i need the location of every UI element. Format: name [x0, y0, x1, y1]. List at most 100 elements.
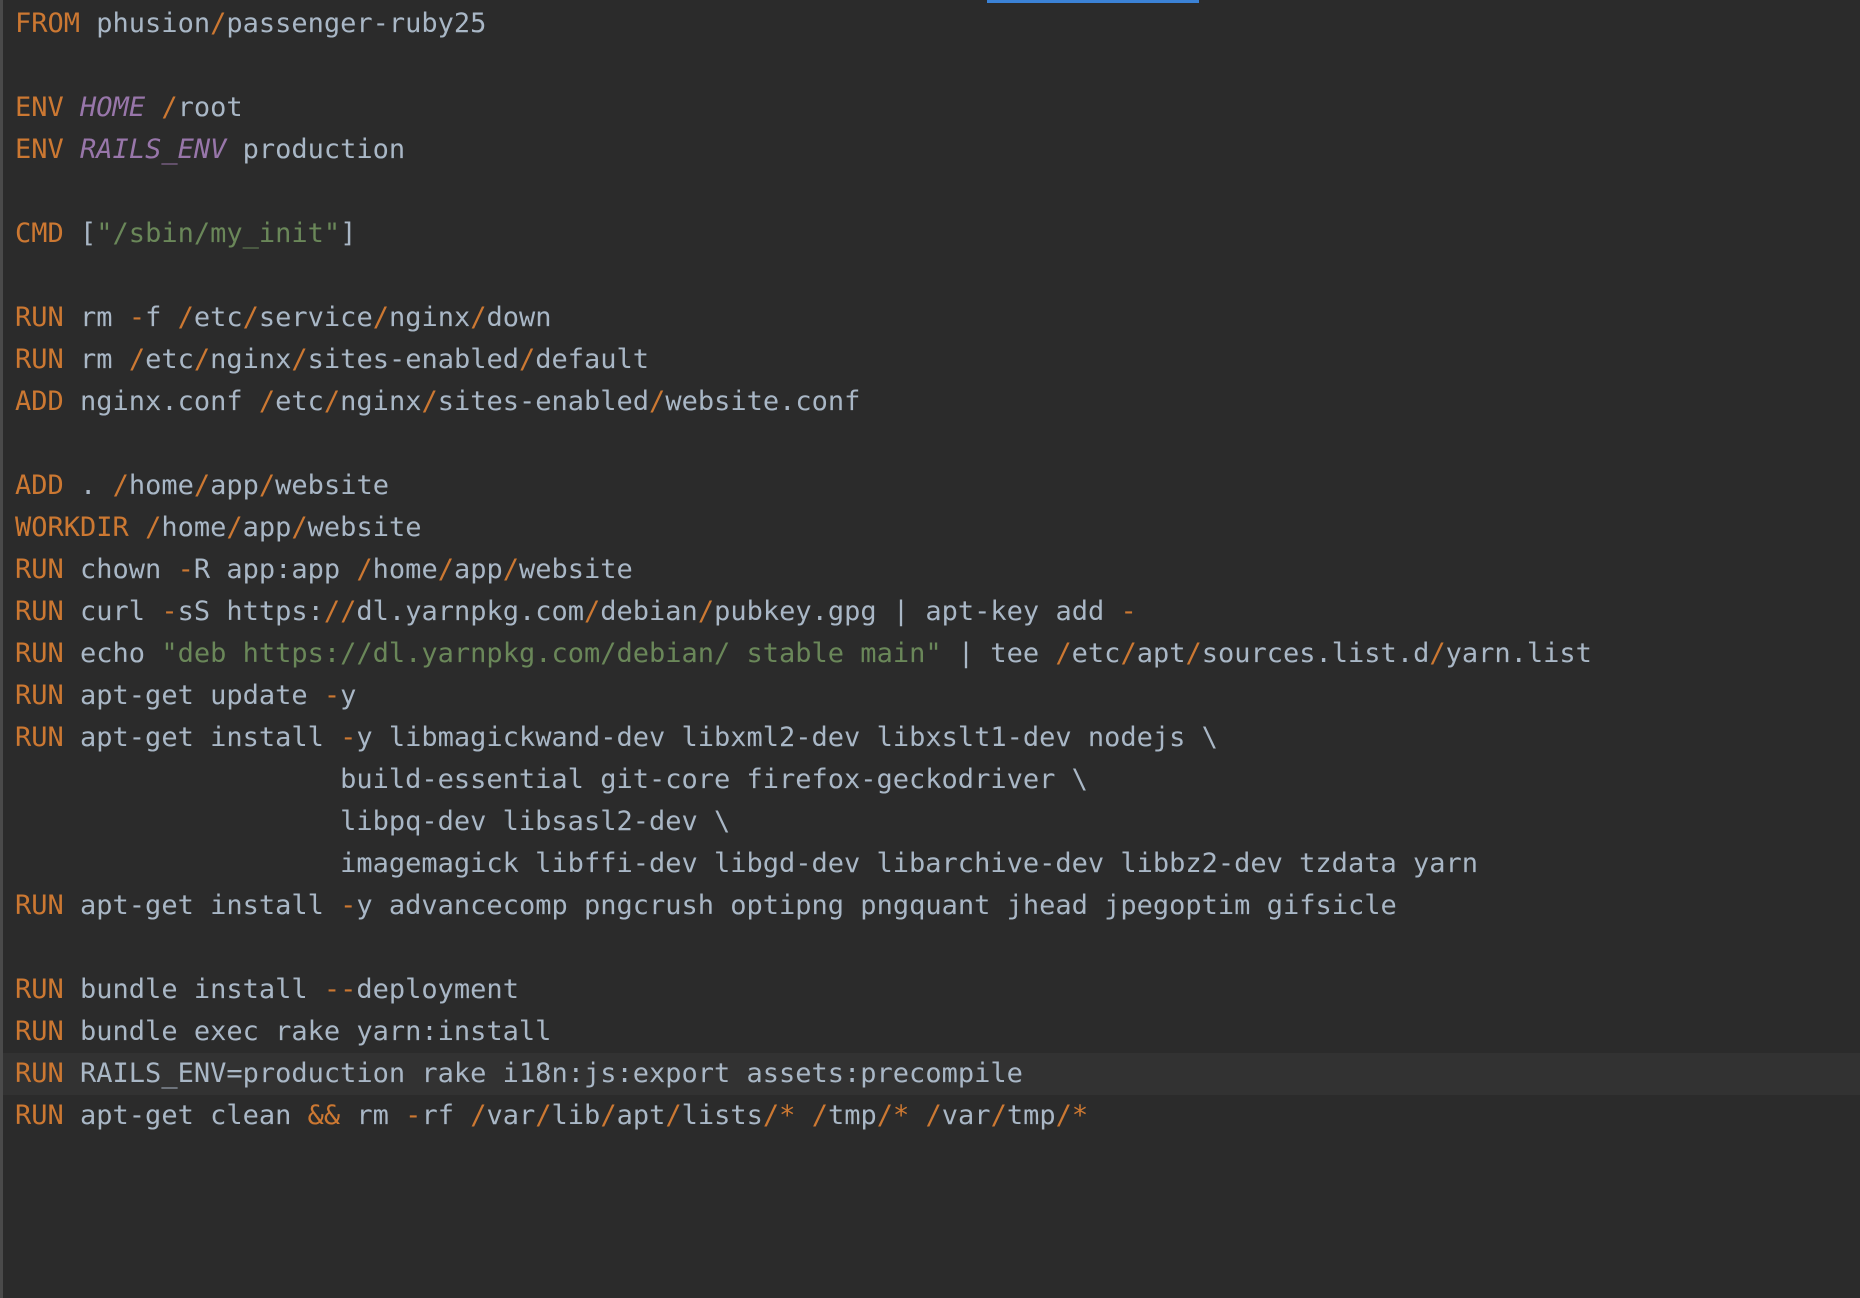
code-line[interactable]: ADD nginx.conf /etc/nginx/sites-enabled/… [3, 381, 1860, 423]
operator-token: / [1120, 638, 1137, 669]
code-line[interactable]: ENV RAILS_ENV production [3, 129, 1860, 171]
dockerfile-keyword: RUN [15, 638, 64, 669]
code-line[interactable]: ENV HOME /root [3, 87, 1860, 129]
code-text: sS https: [177, 596, 324, 627]
code-text: imagemagick libffi-dev libgd-dev libarch… [15, 848, 1478, 879]
operator-token: / [665, 1100, 682, 1131]
code-text: f [145, 302, 178, 333]
code-text: echo [63, 638, 162, 669]
code-editor[interactable]: FROM phusion/passenger-ruby25​ENV HOME /… [0, 0, 1860, 1298]
code-text: website [307, 512, 422, 543]
code-line[interactable]: imagemagick libffi-dev libgd-dev libarch… [3, 843, 1860, 885]
code-text: service [258, 302, 373, 333]
code-text: yarn.list [1445, 638, 1592, 669]
code-text: debian [600, 596, 698, 627]
code-line[interactable]: libpq-dev libsasl2-dev \ [3, 801, 1860, 843]
code-text: apt [1136, 638, 1186, 669]
code-text: app [210, 470, 259, 501]
operator-token: - [128, 302, 146, 333]
operator-token: / [925, 1100, 942, 1131]
dockerfile-keyword: ENV [15, 134, 64, 165]
code-line[interactable]: RUN rm -f /etc/service/nginx/down [3, 297, 1860, 339]
operator-token: / [291, 512, 308, 543]
operator-token: - [177, 554, 194, 585]
code-text: tmp [827, 1100, 877, 1131]
operator-token: / [210, 8, 227, 39]
code-line[interactable]: RUN apt-get clean && rm -rf /var/lib/apt… [3, 1095, 1860, 1137]
code-line[interactable]: RUN bundle install --deployment [3, 969, 1860, 1011]
operator-token: / [226, 512, 243, 543]
operator-token: /* [762, 1100, 796, 1131]
code-text: curl [63, 596, 162, 627]
code-text: website [275, 470, 389, 501]
code-text: etc [275, 386, 324, 417]
operator-token: - [340, 890, 357, 921]
operator-token: / [990, 1100, 1007, 1131]
code-text: rm [63, 302, 129, 333]
env-variable: HOME [80, 92, 146, 123]
code-line[interactable]: RUN curl -sS https://dl.yarnpkg.com/debi… [3, 591, 1860, 633]
operator-token: // [323, 596, 357, 627]
code-line[interactable]: ​ [3, 45, 1860, 87]
code-line[interactable]: RUN echo "deb https://dl.yarnpkg.com/deb… [3, 633, 1860, 675]
code-text: | tee [941, 638, 1056, 669]
code-line[interactable]: RUN apt-get install -y libmagickwand-dev… [3, 717, 1860, 759]
code-text: sites-enabled [307, 344, 519, 375]
code-line[interactable]: RUN bundle exec rake yarn:install [3, 1011, 1860, 1053]
code-text: down [486, 302, 552, 333]
dockerfile-keyword: RUN [15, 344, 64, 375]
code-text: nginx.conf [63, 386, 259, 417]
operator-token: / [323, 386, 341, 417]
code-line[interactable]: RUN apt-get install -y advancecomp pngcr… [3, 885, 1860, 927]
code-text: y [340, 680, 357, 711]
code-line[interactable]: ​ [3, 423, 1860, 465]
code-text: default [535, 344, 650, 375]
code-text: rm [340, 1100, 406, 1131]
code-text: apt-get install [63, 890, 341, 921]
operator-token: / [128, 344, 146, 375]
code-text: bundle install [63, 974, 324, 1005]
operator-token: / [1429, 638, 1446, 669]
code-line[interactable]: build-essential git-core firefox-geckodr… [3, 759, 1860, 801]
code-text: build-essential git-core firefox-geckodr… [15, 764, 1088, 795]
code-text: . [63, 470, 113, 501]
code-line[interactable]: ​ [3, 171, 1860, 213]
code-text: nginx [388, 302, 471, 333]
operator-token: / [112, 470, 129, 501]
code-area[interactable]: FROM phusion/passenger-ruby25​ENV HOME /… [3, 3, 1860, 1137]
code-line[interactable]: CMD ["/sbin/my_init"] [3, 213, 1860, 255]
code-line[interactable]: FROM phusion/passenger-ruby25 [3, 3, 1860, 45]
code-text: dl.yarnpkg.com [356, 596, 584, 627]
code-text: phusion [80, 8, 211, 39]
code-line[interactable]: WORKDIR /home/app/website [3, 507, 1860, 549]
dockerfile-keyword: RUN [15, 1058, 64, 1089]
code-text: chown [63, 554, 178, 585]
code-line[interactable]: RUN apt-get update -y [3, 675, 1860, 717]
code-line[interactable]: ​ [3, 255, 1860, 297]
code-line[interactable]: RUN rm /etc/nginx/sites-enabled/default [3, 339, 1860, 381]
operator-token: / [470, 1100, 487, 1131]
dockerfile-keyword: RUN [15, 1100, 64, 1131]
operator-token: / [1055, 638, 1072, 669]
code-text: etc [145, 344, 194, 375]
code-line[interactable]: RUN chown -R app:app /home/app/website [3, 549, 1860, 591]
code-text: home [161, 512, 227, 543]
dockerfile-keyword: RUN [15, 974, 64, 1005]
operator-token: / [258, 386, 276, 417]
code-text: libpq-dev libsasl2-dev \ [15, 806, 731, 837]
code-line-current[interactable]: RUN RAILS_ENV=production rake i18n:js:ex… [3, 1053, 1860, 1095]
dockerfile-keyword: FROM [15, 8, 81, 39]
code-text: passenger-ruby25 [226, 8, 487, 39]
code-line[interactable]: ADD . /home/app/website [3, 465, 1860, 507]
operator-token: - [340, 722, 357, 753]
dockerfile-keyword: RUN [15, 890, 64, 921]
code-text: nginx [210, 344, 292, 375]
code-line[interactable]: ​ [3, 927, 1860, 969]
operator-token: / [649, 386, 666, 417]
dockerfile-keyword: ADD [15, 386, 64, 417]
code-text: y advancecomp pngcrush optipng pngquant … [356, 890, 1397, 921]
operator-token: / [145, 512, 162, 543]
